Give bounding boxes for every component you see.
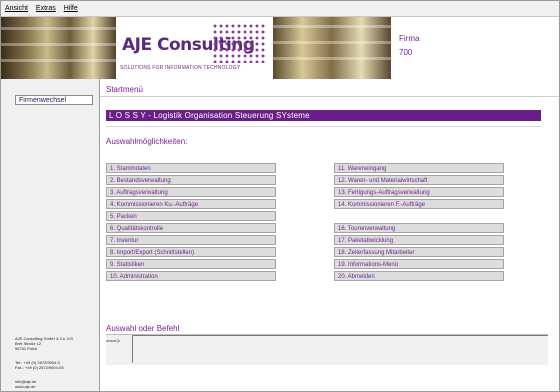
- command-label: Auswahl oder Befehl: [106, 324, 180, 333]
- menu-option[interactable]: 5. Packen: [106, 211, 276, 221]
- menu-bar: Ansicht Extras Hilfe: [1, 1, 559, 17]
- warehouse-image-left: [1, 17, 116, 79]
- header-banner: AJE Consulting SOLUTIONS FOR INFORMATION…: [1, 17, 559, 79]
- application-window: Ansicht Extras Hilfe AJE Consulting SOLU…: [0, 0, 560, 392]
- menu-ansicht[interactable]: Ansicht: [5, 5, 28, 12]
- menu-option[interactable]: 17. Paketabwicklung: [334, 235, 504, 245]
- company-info: Firma 700: [391, 17, 559, 79]
- command-prompt: ===>: [106, 339, 121, 345]
- menu-option[interactable]: 11. Wareneingang: [334, 163, 504, 173]
- divider: [100, 96, 559, 97]
- section-heading: Auswahlmöglichkeiten:: [106, 137, 188, 146]
- menu-option[interactable]: 18. Zeiterfassung Mitarbeiter: [334, 247, 504, 257]
- address-line: Fax.: +49 (0) 2672/9004-93: [15, 365, 64, 370]
- warehouse-image-right: [273, 17, 391, 79]
- menu-option-empty: [334, 211, 504, 221]
- address-line: 56751 Polch: [15, 346, 38, 351]
- menu-option[interactable]: 10. Administration: [106, 271, 276, 281]
- firma-value: 700: [399, 48, 413, 57]
- main-content: Startmenü L O S S Y - Logistik Organisat…: [100, 79, 559, 391]
- menu-hilfe[interactable]: Hilfe: [64, 5, 78, 12]
- command-input[interactable]: [132, 335, 548, 363]
- page-title: L O S S Y - Logistik Organisation Steuer…: [106, 110, 541, 121]
- menu-option[interactable]: 14. Kommissionieren F.-Aufträge: [334, 199, 504, 209]
- menu-option[interactable]: 12. Waren- und Materialwirtschaft: [334, 175, 504, 185]
- menu-option[interactable]: 7. Inventur: [106, 235, 276, 245]
- breadcrumb: Startmenü: [106, 85, 143, 94]
- menu-option[interactable]: 4. Kommissionieren Ku.-Aufträge: [106, 199, 276, 209]
- menu-option[interactable]: 8. Import/Export (Schnittstellen): [106, 247, 276, 257]
- menu-option[interactable]: 16. Tourenverwaltung: [334, 223, 504, 233]
- command-area: ===>: [106, 334, 548, 365]
- menu-extras[interactable]: Extras: [36, 5, 56, 12]
- menu-option[interactable]: 6. Qualitätskontrolle: [106, 223, 276, 233]
- menu-option[interactable]: 2. Bestandsverwaltung: [106, 175, 276, 185]
- logo-tagline: SOLUTIONS FOR INFORMATION TECHNOLOGY: [120, 65, 241, 71]
- menu-option[interactable]: 3. Auftragsverwaltung: [106, 187, 276, 197]
- divider: [106, 126, 541, 127]
- sidebar: Firmenwechsel AJE Consulting GmbH & Co. …: [1, 79, 100, 391]
- menu-option[interactable]: 19. Informations-Menü: [334, 259, 504, 269]
- menu-option[interactable]: 1. Stammdaten: [106, 163, 276, 173]
- firmenwechsel-button[interactable]: Firmenwechsel: [15, 95, 93, 105]
- menu-option[interactable]: 13. Fertigungs-Auftragsverwaltung: [334, 187, 504, 197]
- firma-label: Firma: [399, 34, 420, 43]
- company-logo: AJE Consulting SOLUTIONS FOR INFORMATION…: [116, 17, 273, 79]
- logo-dots-icon: [212, 23, 266, 63]
- menu-option[interactable]: 20. Abmelden: [334, 271, 504, 281]
- menu-option[interactable]: 9. Statistiken: [106, 259, 276, 269]
- address-line[interactable]: www.aje.de: [15, 384, 35, 389]
